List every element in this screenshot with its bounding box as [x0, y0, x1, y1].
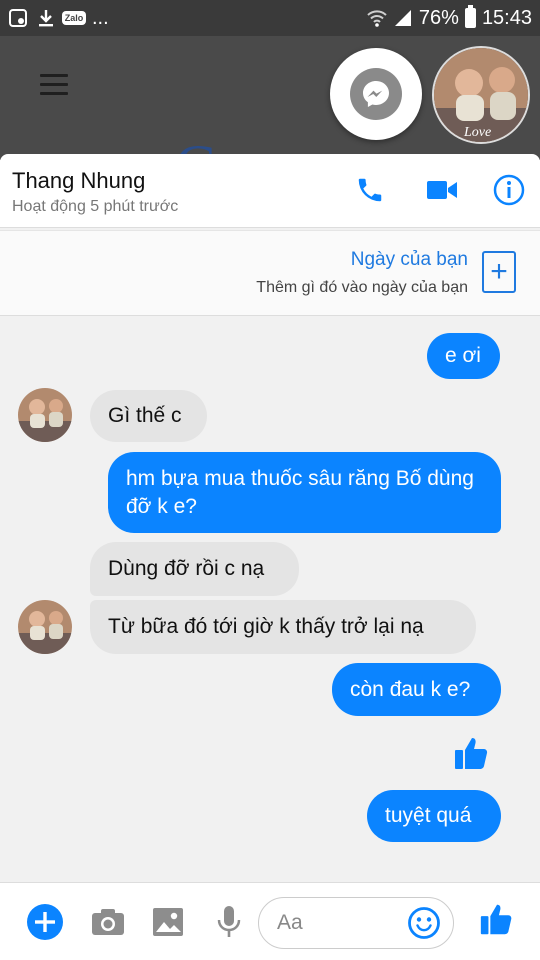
video-call-button[interactable]	[424, 172, 460, 208]
contact-name[interactable]: Thang Nhung	[12, 168, 145, 194]
info-button[interactable]	[491, 172, 527, 208]
thumbs-up-icon	[480, 904, 512, 935]
call-button[interactable]	[352, 172, 388, 208]
video-camera-icon	[427, 181, 457, 199]
gallery-button[interactable]	[149, 903, 187, 941]
wifi-icon	[367, 8, 387, 28]
voice-button[interactable]	[210, 903, 248, 941]
thumbs-up-icon[interactable]	[452, 733, 492, 773]
status-bar: Zalo ... 76% 15:43	[0, 0, 540, 36]
more-dots-icon: ...	[92, 6, 109, 29]
camera-button[interactable]	[89, 903, 127, 941]
gallery-icon	[8, 8, 28, 28]
zalo-icon: Zalo	[61, 8, 87, 28]
more-actions-button[interactable]	[26, 903, 64, 941]
avatar[interactable]	[18, 388, 72, 442]
active-status: Hoạt động 5 phút trước	[12, 198, 179, 215]
phone-icon	[358, 178, 382, 202]
emoji-icon	[408, 907, 440, 939]
signal-icon	[393, 8, 413, 28]
hamburger-icon	[40, 74, 68, 101]
send-like-button[interactable]	[478, 900, 516, 938]
image-icon	[153, 908, 183, 936]
messenger-chat-head[interactable]	[330, 48, 422, 140]
messenger-icon	[350, 68, 402, 120]
message-input-wrapper	[258, 897, 454, 949]
your-day-title[interactable]: Ngày của bạn	[351, 249, 468, 271]
camera-icon	[92, 909, 124, 935]
message-bubble-in[interactable]: Từ bữa đó tới giờ k thấy trở lại nạ	[90, 600, 476, 654]
message-input[interactable]	[277, 911, 397, 935]
message-bubble-in[interactable]: Dùng đỡ rồi c nạ	[90, 542, 299, 596]
info-icon	[493, 174, 525, 206]
message-bubble-out[interactable]: còn đau k e?	[332, 663, 501, 716]
plus-icon: +	[490, 255, 508, 288]
message-bubble-out[interactable]: tuyệt quá	[367, 790, 501, 842]
mic-icon	[217, 906, 241, 937]
chat-header: Thang Nhung Hoạt động 5 phút trước	[0, 154, 540, 228]
message-bubble-out[interactable]: e ơi	[427, 333, 500, 379]
avatar[interactable]	[18, 600, 72, 654]
message-bubble-out[interactable]: hm bựa mua thuốc sâu răng Bố dùng đỡ k e…	[108, 452, 501, 533]
battery-percent: 76%	[418, 6, 459, 29]
contact-chat-head[interactable]: Love	[432, 46, 530, 144]
plus-icon	[27, 904, 63, 940]
your-day-banner[interactable]: Ngày của bạn Thêm gì đó vào ngày của bạn…	[0, 230, 540, 316]
message-composer	[0, 882, 540, 960]
svg-text:Love: Love	[463, 125, 491, 140]
emoji-button[interactable]	[407, 906, 443, 942]
clock: 15:43	[481, 6, 532, 29]
download-icon	[36, 8, 56, 28]
message-bubble-in[interactable]: Gì thế c	[90, 390, 207, 442]
battery-icon	[464, 5, 476, 28]
your-day-subtitle: Thêm gì đó vào ngày của bạn	[256, 279, 468, 296]
add-to-day-button[interactable]: +	[482, 251, 516, 293]
